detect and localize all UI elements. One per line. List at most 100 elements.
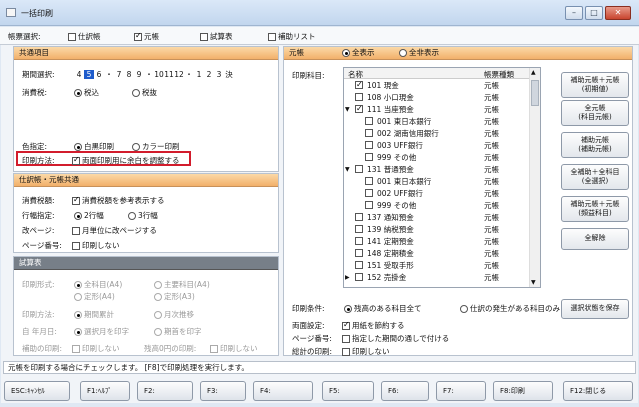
checkbox-icon[interactable] <box>355 261 363 269</box>
page-number-checkbox[interactable]: 印刷しない <box>72 240 120 251</box>
account-row[interactable]: 141 定期預金 元帳 <box>344 236 530 247</box>
function-key-1[interactable]: ESC:ｷｬﾝｾﾙ <box>4 381 70 401</box>
trial-fiscal-start-radio[interactable]: 期首を印字 <box>154 326 202 337</box>
checkbox-icon[interactable] <box>365 129 373 137</box>
tree-scrollbar[interactable]: ▲ ▼ <box>529 68 540 287</box>
period-month[interactable]: 10 <box>154 70 164 79</box>
trial-all-accounts-radio[interactable]: 全科目(A4) <box>74 279 122 290</box>
account-row[interactable]: 001 東日本銀行 元帳 <box>344 116 530 127</box>
period-month[interactable]: 8 <box>124 70 134 79</box>
scroll-thumb[interactable] <box>531 80 539 106</box>
account-row[interactable]: 108 小口現金 元帳 <box>344 92 530 103</box>
checkbox-icon[interactable] <box>365 153 373 161</box>
checkbox-icon[interactable] <box>355 237 363 245</box>
aux-ledger-default-button[interactable]: 補助元帳＋元帳 (初期値) <box>561 72 629 98</box>
tax-included-radio[interactable]: 税込 <box>74 87 99 98</box>
checkbox-icon[interactable] <box>355 213 363 221</box>
checkbox-icon[interactable] <box>365 141 373 149</box>
checkbox-icon[interactable] <box>355 249 363 257</box>
checkbox-icon[interactable] <box>355 225 363 233</box>
trial-balance-checkbox[interactable]: 試算表 <box>200 31 233 42</box>
checkbox-icon[interactable] <box>355 165 363 173</box>
function-key-6[interactable]: F5: <box>322 381 374 401</box>
expand-arrow-icon[interactable]: ▼ <box>345 104 350 115</box>
collapse-arrow-icon[interactable]: ▶ <box>345 272 350 283</box>
trial-aux-checkbox[interactable]: 印刷しない <box>72 343 120 354</box>
hide-all-radio[interactable]: 全非表示 <box>399 47 439 59</box>
aux-pl-button[interactable]: 補助元帳＋元帳 (頻益科目) <box>561 196 629 222</box>
period-selector[interactable]: 4 5 6 ・ 7 8 9 ・101112・ 1 2 3 決 <box>74 69 234 80</box>
function-key-7[interactable]: F6: <box>381 381 429 401</box>
checkbox-icon[interactable] <box>355 93 363 101</box>
scroll-up-icon[interactable]: ▲ <box>531 69 536 76</box>
scroll-down-icon[interactable]: ▼ <box>531 279 536 286</box>
aux-list-checkbox[interactable]: 補助リスト <box>268 31 316 42</box>
save-paper-checkbox[interactable]: 用紙を節約する <box>342 320 405 331</box>
period-month[interactable]: 1 <box>194 70 204 79</box>
function-key-9[interactable]: F8:印刷 <box>493 381 553 401</box>
account-row[interactable]: ▼ 111 当座預金 元帳 <box>344 103 530 115</box>
account-row[interactable]: ▶ 152 売掛金 元帳 <box>344 272 530 283</box>
account-row[interactable]: 148 定期積金 元帳 <box>344 248 530 259</box>
account-row[interactable]: 999 その他 元帳 <box>344 200 530 211</box>
account-row[interactable]: 101 現金 元帳 <box>344 79 530 91</box>
trial-monthly-radio[interactable]: 月次推移 <box>154 309 194 320</box>
ledger-checkbox[interactable]: 元帳 <box>134 31 159 42</box>
period-month[interactable]: 12 <box>174 70 184 79</box>
account-row[interactable]: 999 その他 元帳 <box>344 152 530 163</box>
continuous-page-checkbox[interactable]: 指定した期間の通しで付ける <box>342 333 449 344</box>
account-row[interactable]: 151 受取手形 元帳 <box>344 260 530 271</box>
trial-fixed-a4-radio[interactable]: 定形(A4) <box>74 291 115 302</box>
period-month[interactable]: 5 <box>84 70 94 79</box>
save-selection-button[interactable]: 選択状態を保存 <box>561 299 629 319</box>
function-key-3[interactable]: F2: <box>137 381 193 401</box>
period-month[interactable]: 2 <box>204 70 214 79</box>
tax-amount-checkbox[interactable]: 消費税額を参考表示する <box>72 195 165 206</box>
account-row[interactable]: 002 湖南信用銀行 元帳 <box>344 128 530 139</box>
checkbox-checked-icon[interactable] <box>355 103 363 114</box>
period-month[interactable]: 4 <box>74 70 84 79</box>
expand-arrow-icon[interactable]: ▼ <box>345 164 350 175</box>
checkbox-icon[interactable] <box>365 189 373 197</box>
two-line-radio[interactable]: 2行幅 <box>74 210 104 221</box>
balance-accounts-radio[interactable]: 残高のある科目全て <box>344 303 422 314</box>
checkbox-icon[interactable] <box>355 273 363 281</box>
duplex-margin-checkbox[interactable]: 両面印刷用に余白を調整する <box>72 155 180 166</box>
checkbox-icon[interactable] <box>365 177 373 185</box>
account-tree[interactable]: 名称 帳票種類 101 現金元帳108 小口現金元帳▼111 当座預金元帳001… <box>343 67 541 288</box>
function-key-5[interactable]: F4: <box>253 381 313 401</box>
show-all-radio[interactable]: 全表示 <box>342 47 375 59</box>
period-month[interactable]: 3 <box>214 70 224 79</box>
period-month[interactable]: 6 <box>94 70 104 79</box>
function-key-10[interactable]: F12:閉じる <box>563 381 633 401</box>
maximize-button[interactable]: □ <box>585 6 603 20</box>
clear-all-button[interactable]: 全解除 <box>561 228 629 250</box>
tax-excluded-radio[interactable]: 税抜 <box>132 87 157 98</box>
checkbox-checked-icon[interactable] <box>355 79 363 90</box>
three-line-radio[interactable]: 3行幅 <box>128 210 158 221</box>
aux-ledger-button[interactable]: 補助元帳 (補助元帳) <box>561 132 629 158</box>
period-month[interactable]: 決 <box>224 69 234 80</box>
transaction-accounts-radio[interactable]: 仕訳の発生がある科目のみ <box>460 303 560 314</box>
grand-total-checkbox[interactable]: 印刷しない <box>342 346 390 357</box>
checkbox-icon[interactable] <box>365 117 373 125</box>
account-row[interactable]: 001 東日本銀行 元帳 <box>344 176 530 187</box>
trial-fixed-a3-radio[interactable]: 定形(A3) <box>154 291 195 302</box>
trial-period-total-radio[interactable]: 期間累計 <box>74 309 114 320</box>
function-key-8[interactable]: F7: <box>436 381 486 401</box>
all-ledger-button[interactable]: 全元帳 (科目元帳) <box>561 100 629 126</box>
function-key-2[interactable]: F1:ﾍﾙﾌﾟ <box>80 381 130 401</box>
page-break-checkbox[interactable]: 月単位に改ページする <box>72 225 157 236</box>
period-month[interactable]: 7 <box>114 70 124 79</box>
minimize-button[interactable]: – <box>565 6 583 20</box>
checkbox-icon[interactable] <box>365 201 373 209</box>
account-row[interactable]: 003 UFF銀行 元帳 <box>344 140 530 151</box>
trial-main-accounts-radio[interactable]: 主要科目(A4) <box>154 279 210 290</box>
account-row[interactable]: ▼ 131 普通預金 元帳 <box>344 164 530 175</box>
journal-checkbox[interactable]: 仕訳帳 <box>68 31 101 42</box>
period-month[interactable]: 11 <box>164 70 174 79</box>
function-key-4[interactable]: F3: <box>200 381 246 401</box>
close-button[interactable]: ✕ <box>605 6 631 20</box>
account-row[interactable]: 002 UFF銀行 元帳 <box>344 188 530 199</box>
account-row[interactable]: 137 通知預金 元帳 <box>344 212 530 223</box>
